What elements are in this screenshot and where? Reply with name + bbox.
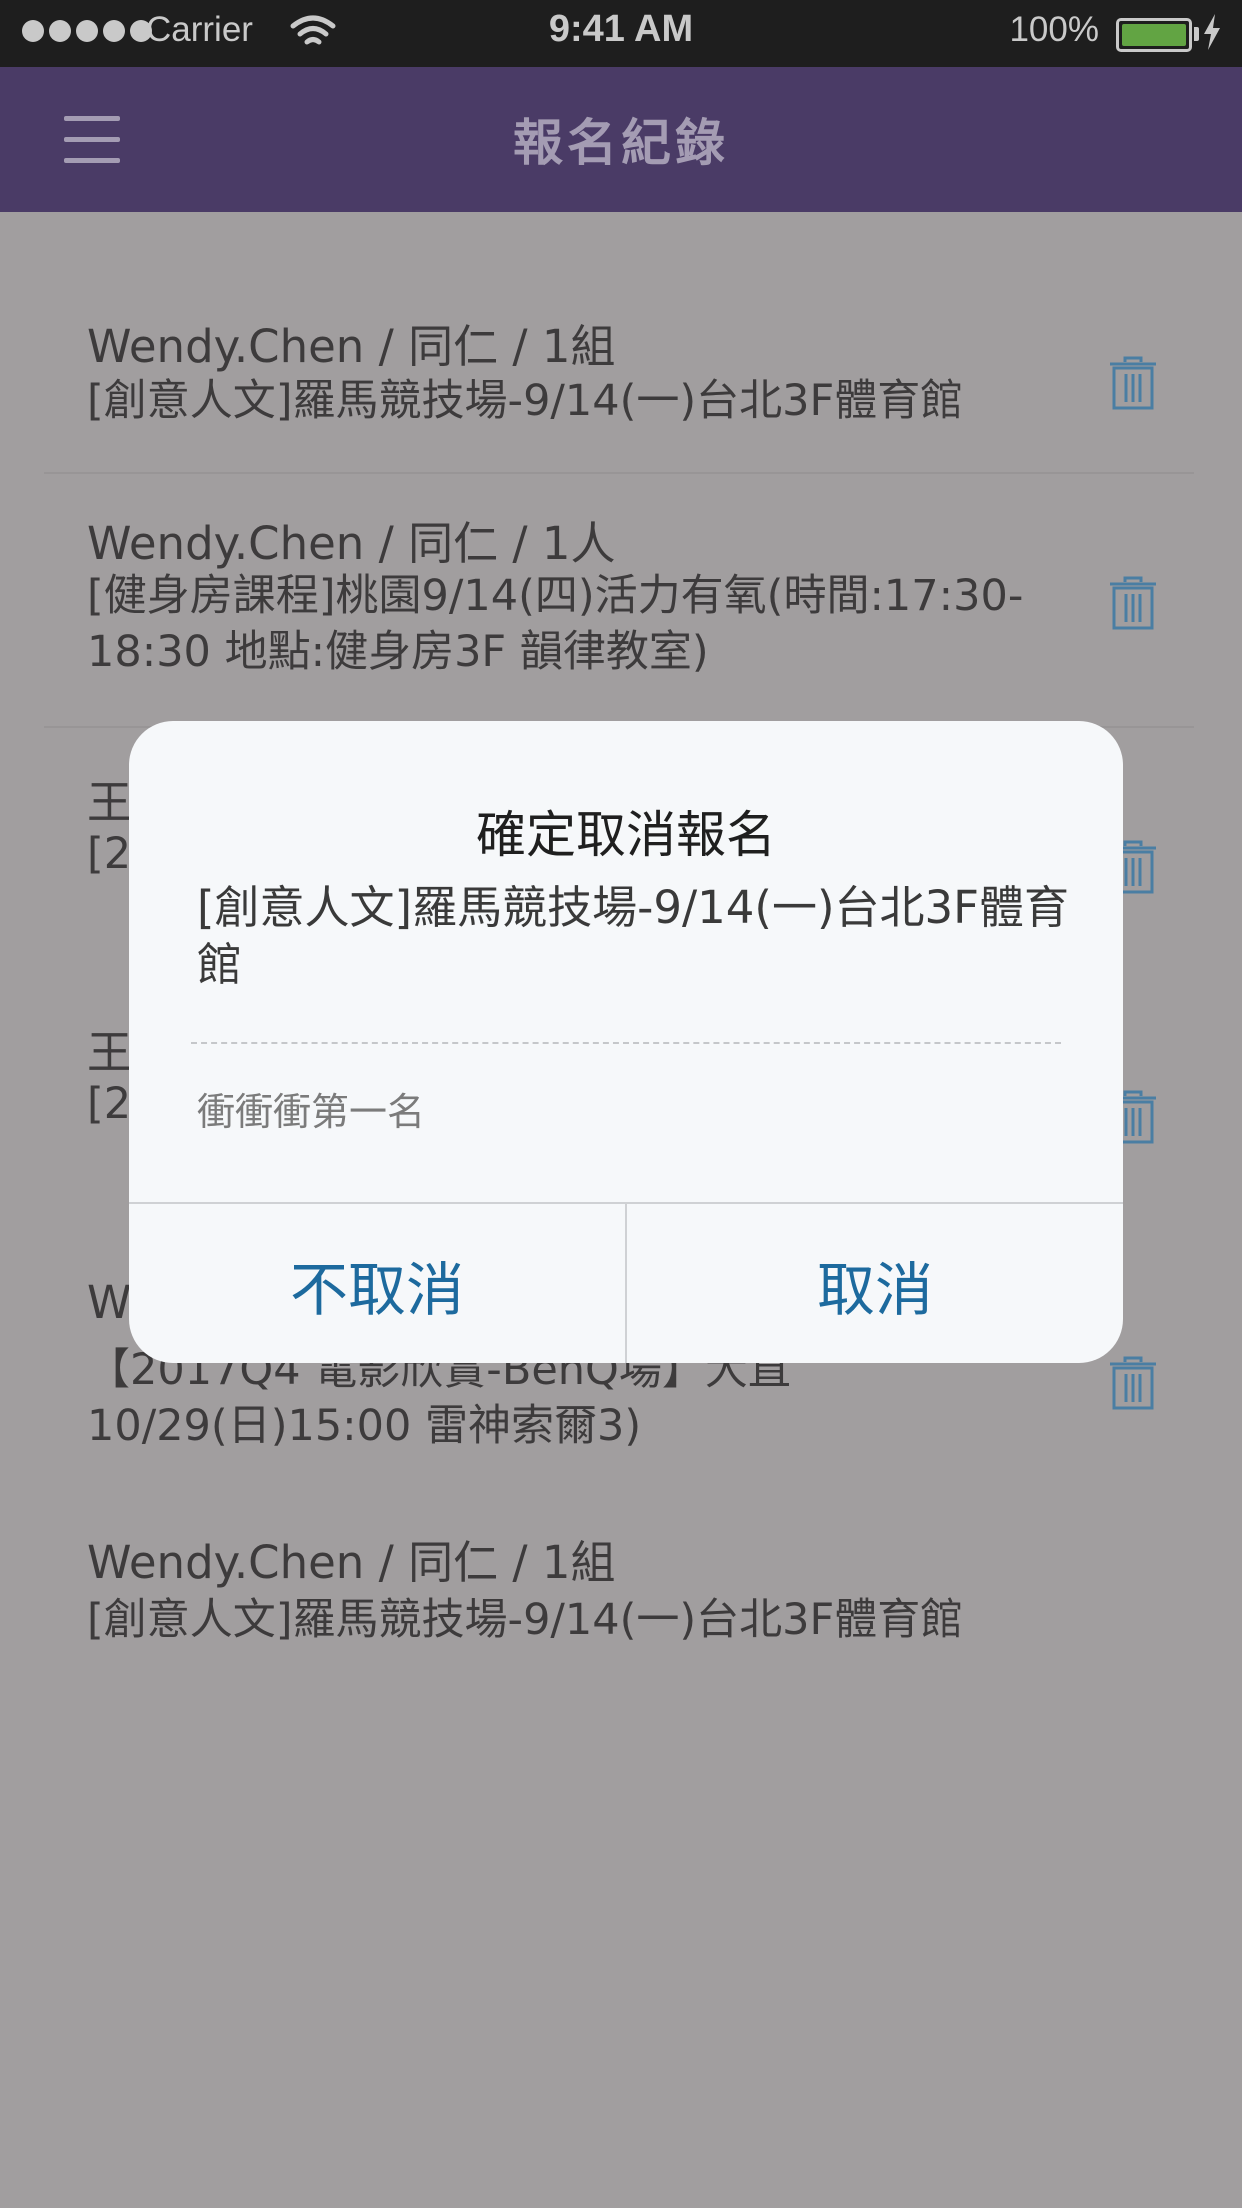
cancel-registration-dialog: 確定取消報名 [創意人文]羅馬競技場-9/14(一)台北3F體育館 衝衝衝第一名… — [129, 721, 1123, 1363]
keep-registration-button[interactable]: 不取消 — [129, 1204, 627, 1363]
list-item[interactable]: Wendy.Chen / 同仁 / 1人 [健身房課程]桃園9/14(四)活力有… — [44, 472, 1194, 728]
record-event: [創意人文]羅馬競技場-9/14(一)台北3F體育館 — [87, 1595, 964, 1645]
dialog-note: 衝衝衝第一名 — [197, 1090, 426, 1134]
record-name: Wendy.Chen / 同仁 / 1組 — [87, 1536, 616, 1589]
list-item[interactable]: Wendy.Chen / 同仁 / 1組 [創意人文]羅馬競技場-9/14(一)… — [44, 212, 1194, 474]
charging-bolt-icon — [1204, 14, 1220, 50]
dialog-divider — [191, 1042, 1061, 1044]
battery-nub — [1194, 27, 1199, 41]
list-item[interactable]: Wendy.Chen / 同仁 / 1組 [創意人文]羅馬競技場-9/14(一)… — [44, 1476, 1194, 1696]
record-name: Wendy.Chen / 同仁 / 1組 — [87, 320, 616, 373]
record-name: Wendy.Chen / 同仁 / 1人 — [87, 517, 616, 570]
record-name: W — [87, 1276, 132, 1329]
dialog-button-bar: 不取消 取消 — [129, 1202, 1123, 1363]
nav-bar: 報名紀錄 — [0, 67, 1242, 212]
page-title: 報名紀錄 — [513, 114, 729, 172]
status-bar: Carrier 9:41 AM 100% — [0, 0, 1242, 67]
record-name: 王 — [87, 1026, 133, 1079]
battery-icon — [1116, 18, 1192, 52]
dialog-event: [創意人文]羅馬競技場-9/14(一)台北3F體育館 — [197, 881, 1070, 991]
trash-icon[interactable] — [1108, 1356, 1158, 1410]
confirm-cancel-button[interactable]: 取消 — [627, 1204, 1123, 1363]
record-event: [健身房課程]桃園9/14(四)活力有氧(時間:17:30-18:30 地點:健… — [87, 571, 1024, 677]
record-name: 王 — [87, 776, 133, 829]
record-event: [創意人文]羅馬競技場-9/14(一)台北3F體育館 — [87, 376, 964, 426]
dialog-title: 確定取消報名 — [476, 806, 776, 864]
trash-icon[interactable] — [1108, 576, 1158, 630]
battery-percentage: 100% — [1009, 10, 1099, 49]
trash-icon[interactable] — [1108, 356, 1158, 410]
